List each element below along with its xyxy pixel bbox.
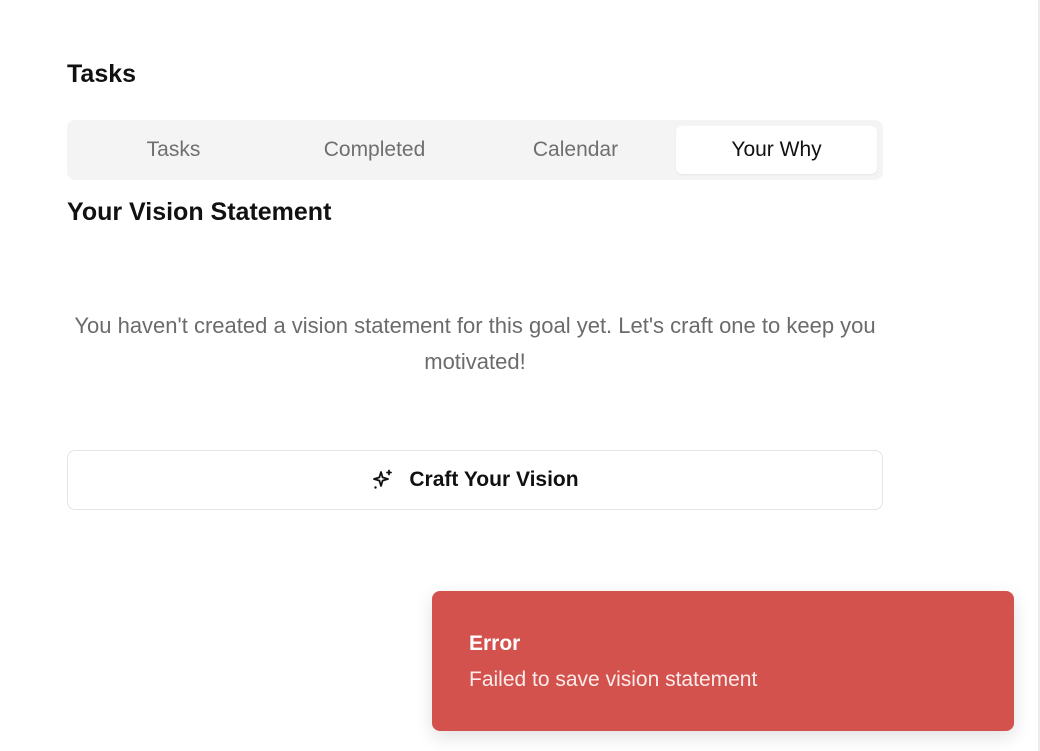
section-title: Tasks	[67, 60, 137, 88]
vision-statement-title: Your Vision Statement	[67, 198, 332, 226]
sparkles-icon	[371, 468, 395, 492]
tab-tasks[interactable]: Tasks	[73, 126, 274, 174]
tab-calendar[interactable]: Calendar	[475, 126, 676, 174]
craft-your-vision-button[interactable]: Craft Your Vision	[67, 450, 883, 510]
tab-completed[interactable]: Completed	[274, 126, 475, 174]
error-toast[interactable]: Error Failed to save vision statement	[432, 591, 1014, 731]
tab-bar: Tasks Completed Calendar Your Why	[67, 120, 883, 180]
toast-message: Failed to save vision statement	[469, 668, 758, 691]
page: Tasks Tasks Completed Calendar Your Why …	[0, 0, 1040, 751]
tab-your-why[interactable]: Your Why	[676, 126, 877, 174]
craft-button-label: Craft Your Vision	[409, 468, 579, 491]
toast-title: Error	[469, 632, 521, 655]
empty-state-message: You haven't created a vision statement f…	[74, 313, 876, 374]
